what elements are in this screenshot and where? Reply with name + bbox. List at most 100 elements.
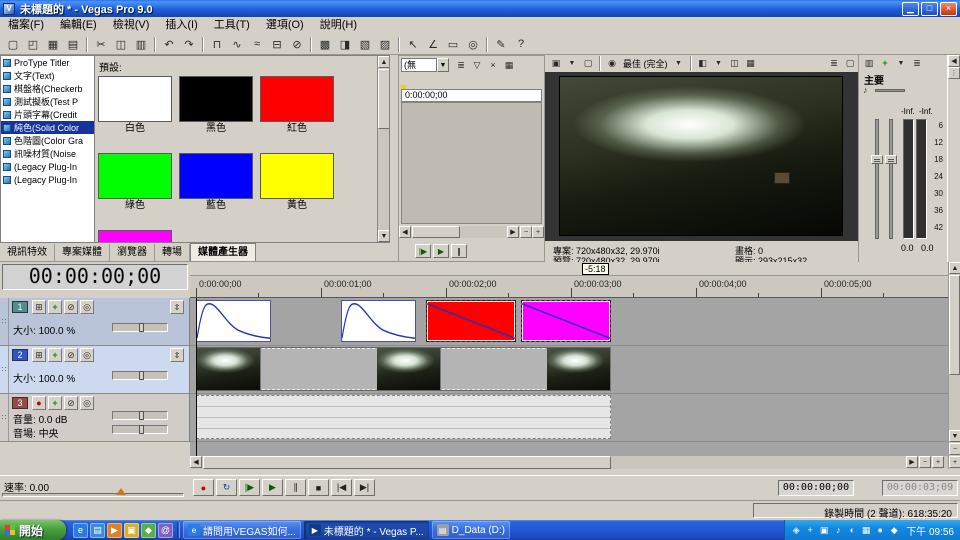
generator-list-item[interactable]: 色階圖(Color Gra (1, 134, 94, 147)
preset-swatch-cell[interactable]: 綠色 (98, 153, 174, 213)
trimmer-history-dropdown[interactable]: (無 (401, 58, 437, 72)
redo-icon[interactable]: ↷ (180, 35, 198, 53)
close-button[interactable]: × (940, 2, 957, 16)
new-project-icon[interactable]: ▢ (4, 35, 22, 53)
mail-icon[interactable]: @ (158, 523, 173, 538)
color-swatch[interactable] (260, 153, 334, 199)
menu-item[interactable]: 說明(H) (312, 17, 365, 34)
cut-icon[interactable]: ✂ (92, 35, 110, 53)
lock-envelopes-icon[interactable]: ⊟ (268, 35, 286, 53)
play-from-start-button[interactable]: |▶ (239, 479, 260, 496)
chevron-down-icon[interactable]: ▼ (672, 57, 686, 71)
menu-item[interactable]: 編輯(E) (52, 17, 105, 34)
preview-quality-icon[interactable]: ◉ (605, 57, 619, 71)
menu-item[interactable]: 檔案(F) (0, 17, 52, 34)
mixer-menu-icon[interactable]: ≣ (910, 56, 924, 70)
track-header-1[interactable]: ∷ 1 ⊞ + ⊘ ◎ ⇕ 大小: 100.0 % (0, 298, 190, 346)
taskbar-task-button[interactable]: ▤D_Data (D:) (432, 521, 510, 539)
timeline-video-clip[interactable] (196, 300, 271, 342)
chevron-down-icon[interactable]: ▼ (894, 56, 908, 70)
generator-list-item[interactable]: ProType Titler (1, 56, 94, 69)
record-button[interactable]: ● (193, 479, 214, 496)
solo-icon[interactable]: ◎ (80, 396, 94, 410)
timeline-timecode-display[interactable]: 00:00:00;00 (2, 264, 188, 290)
loop-playback-button[interactable]: ↻ (216, 479, 237, 496)
project-properties-icon[interactable]: ▣ (549, 57, 563, 71)
external-monitor-icon[interactable]: ▢ (581, 57, 595, 71)
menu-item[interactable]: 選項(O) (258, 17, 312, 34)
split-screen-icon[interactable]: ◧ (696, 57, 710, 71)
tray-icon-8[interactable]: ◆ (887, 523, 901, 537)
trimmer-display-area[interactable] (401, 102, 542, 224)
generator-list-item[interactable]: (Legacy Plug-In (1, 173, 94, 186)
enable-snapping-icon[interactable]: ⊓ (208, 35, 226, 53)
explorer-icon[interactable]: ▧ (356, 35, 374, 53)
taskbar-task-button[interactable]: ▶未標題的 * - Vegas P... (304, 521, 429, 539)
insert-bus-icon[interactable]: ▥ (862, 56, 876, 70)
zoom-out-icon[interactable]: − (520, 226, 532, 238)
dock-tab[interactable]: 專案媒體 (55, 244, 110, 261)
auto-crossfade-icon[interactable]: ∿ (228, 35, 246, 53)
dock-tab[interactable]: 瀏覽器 (110, 244, 155, 261)
normal-edit-tool-icon[interactable]: ↖ (404, 35, 422, 53)
presets-scrollbar[interactable]: ▲ ▼ (377, 56, 389, 242)
mute-icon[interactable]: ⊘ (64, 396, 78, 410)
timeline-video-clip[interactable] (341, 300, 416, 342)
video-preview-icon[interactable]: ◨ (336, 35, 354, 53)
tray-icon-7[interactable]: ● (873, 523, 887, 537)
generator-list-item[interactable]: (Legacy Plug-In (1, 160, 94, 173)
go-to-start-button[interactable]: |◀ (331, 479, 352, 496)
generator-list-item[interactable]: 訊噪材質(Noise (1, 147, 94, 160)
timeline-horizontal-scrollbar[interactable]: ◀ ▶ − + (190, 456, 948, 469)
ie-icon[interactable]: e (73, 523, 88, 538)
timeline-video-clip[interactable] (426, 300, 516, 342)
master-fader-left-handle[interactable] (871, 155, 883, 164)
generator-list-item[interactable]: 純色(Solid Color (1, 121, 94, 134)
track-volume-slider[interactable] (112, 411, 168, 420)
remove-icon[interactable]: × (486, 58, 500, 72)
chevron-down-icon[interactable]: ▼ (565, 57, 579, 71)
play-from-start-button[interactable]: |▶ (415, 244, 431, 258)
taskbar-task-button[interactable]: e請問用VEGAS如何... (183, 521, 301, 539)
menu-item[interactable]: 檢視(V) (105, 17, 158, 34)
scroll-left-icon[interactable]: ◀ (190, 456, 202, 468)
record-arm-icon[interactable]: ● (32, 396, 46, 410)
preset-swatch-cell[interactable]: 黑色 (179, 76, 255, 136)
zoom-edit-tool-icon[interactable]: ◎ (464, 35, 482, 53)
preview-menu-icon[interactable]: ≣ (827, 57, 841, 71)
timeline-video-event[interactable] (196, 347, 611, 391)
copy-snapshot-icon[interactable]: ◫ (728, 57, 742, 71)
chevron-down-icon[interactable]: ▼ (712, 57, 726, 71)
scrollbar-thumb[interactable] (412, 226, 460, 238)
media-player-icon[interactable]: ▶ (107, 523, 122, 538)
pause-button[interactable]: ∥ (451, 244, 467, 258)
track-header-2[interactable]: ∷ 2 ⊞ + ⊘ ◎ ⇕ 大小: 100.0 % (0, 346, 190, 394)
mute-icon[interactable]: ⊘ (64, 348, 78, 362)
preset-swatch-cell[interactable]: 黃色 (260, 153, 336, 213)
cursor-timecode[interactable]: 00:00:00;00 (778, 480, 854, 496)
media-generators-list[interactable]: ProType Titler文字(Text)棋盤格(Checkerb測試擬板(T… (0, 55, 95, 243)
scroll-right-icon[interactable]: ▶ (507, 226, 519, 238)
scroll-right-icon[interactable]: ▶ (906, 456, 918, 468)
dock-menu-icon[interactable]: ⋮ (948, 67, 960, 79)
color-swatch[interactable] (179, 153, 253, 199)
scrollbar-thumb[interactable] (378, 69, 390, 129)
mixer-icon[interactable]: ▩ (316, 35, 334, 53)
scroll-up-icon[interactable]: ▲ (378, 56, 390, 68)
color-swatch[interactable] (179, 76, 253, 122)
expand-track-icon[interactable]: ⇕ (170, 300, 184, 314)
play-button[interactable]: ▶ (433, 244, 449, 258)
track-level-slider[interactable] (112, 323, 168, 332)
track-motion-icon[interactable]: ⊞ (32, 348, 46, 362)
generator-list-item[interactable]: 測試擬板(Test P (1, 95, 94, 108)
maximize-button[interactable]: □ (921, 2, 938, 16)
menu-item[interactable]: 插入(I) (157, 17, 205, 34)
tray-icon-1[interactable]: ◈ (789, 523, 803, 537)
timeline-audio-event[interactable] (196, 395, 611, 439)
scroll-left-icon[interactable]: ◀ (399, 226, 411, 238)
zoom-out-icon[interactable]: − (949, 443, 960, 455)
speaker-icon[interactable]: ♪ (863, 85, 868, 95)
track-level-slider[interactable] (112, 371, 168, 380)
chevron-down-icon[interactable]: ▼ (437, 58, 449, 72)
copy-icon[interactable]: ◫ (112, 35, 130, 53)
